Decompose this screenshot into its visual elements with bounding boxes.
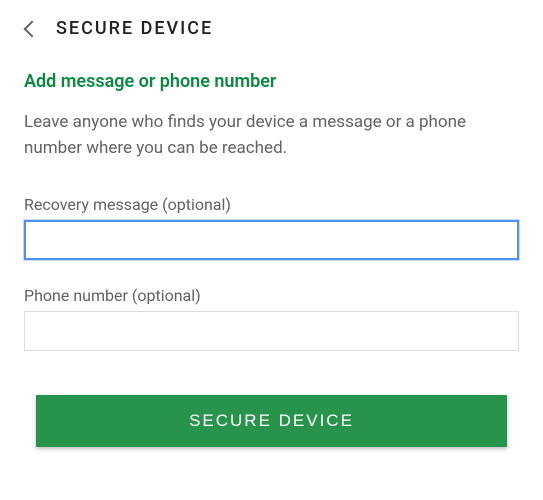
phone-number-label: Phone number (optional) <box>24 286 519 305</box>
header: SECURE DEVICE <box>24 18 519 39</box>
recovery-message-label: Recovery message (optional) <box>24 195 519 214</box>
recovery-message-input[interactable] <box>24 220 519 260</box>
back-icon[interactable] <box>24 20 41 37</box>
secure-device-button[interactable]: SECURE DEVICE <box>36 395 507 447</box>
page-title: SECURE DEVICE <box>56 18 213 39</box>
section-description: Leave anyone who finds your device a mes… <box>24 110 519 161</box>
section-subtitle: Add message or phone number <box>24 71 519 92</box>
phone-number-input[interactable] <box>24 311 519 351</box>
